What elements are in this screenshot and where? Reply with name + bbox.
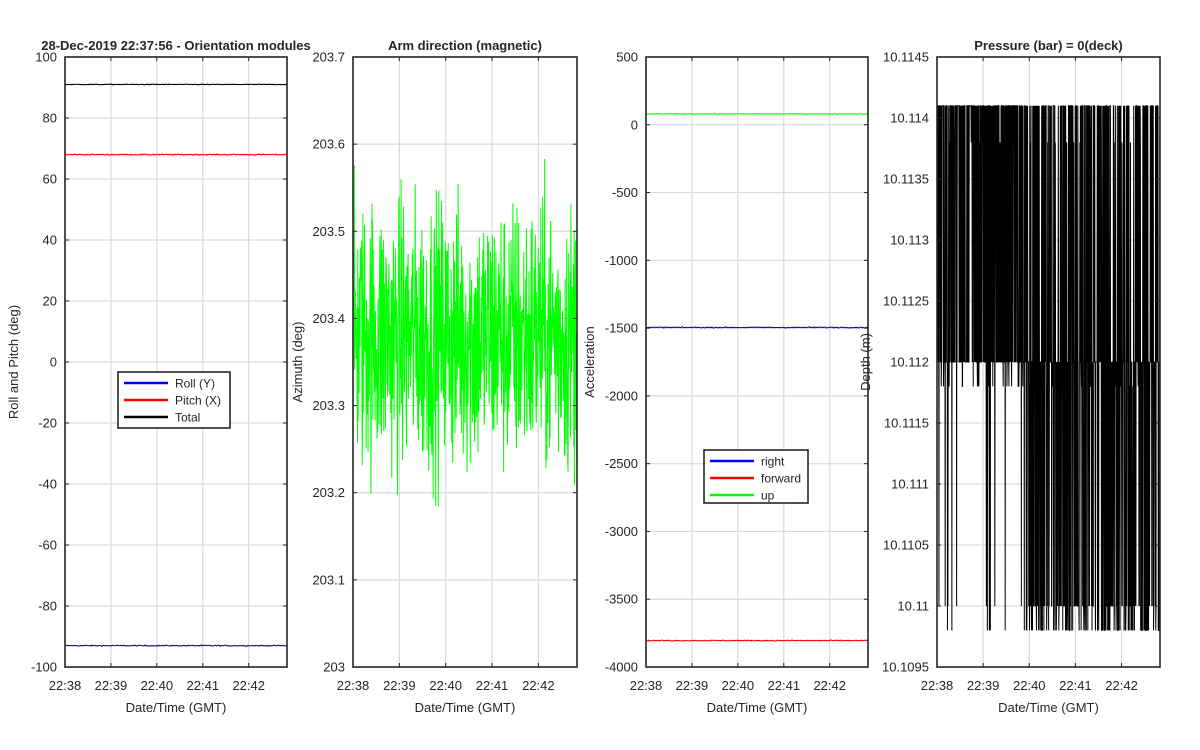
x-tick-label: 22:40 xyxy=(1013,678,1046,693)
y-tick-label: 10.1105 xyxy=(883,538,929,553)
y-tick-label: -1000 xyxy=(605,253,638,268)
y-tick-label: 203.4 xyxy=(312,311,345,326)
y-tick-label: 10.113 xyxy=(890,233,929,248)
series-line-1-3 xyxy=(65,83,287,86)
y-tick-label: 20 xyxy=(43,294,57,309)
x-tick-label: 22:39 xyxy=(967,678,1000,693)
y-tick-label: -2000 xyxy=(605,388,638,403)
series-line-4-1 xyxy=(937,105,1160,631)
series-line-3-3 xyxy=(646,112,868,116)
y-tick-label: 203 xyxy=(323,660,345,675)
legend-entry: forward xyxy=(761,472,801,486)
x-tick-label: 22:38 xyxy=(630,678,663,693)
series-group xyxy=(937,105,1160,631)
y-tick-label: -80 xyxy=(38,599,57,614)
y-tick-label: 10.1125 xyxy=(883,294,929,309)
y-tick-label: -40 xyxy=(38,477,57,492)
y-tick-label: -500 xyxy=(612,185,638,200)
legend-entry: Pitch (X) xyxy=(175,394,221,408)
legend-entry: up xyxy=(761,489,775,503)
x-tick-label: 22:42 xyxy=(813,678,846,693)
y-tick-label: -3000 xyxy=(605,524,638,539)
ticks xyxy=(645,56,868,668)
series-group xyxy=(65,83,287,648)
y-tick-label: -100 xyxy=(31,660,57,675)
series-line-2-1 xyxy=(353,158,577,507)
legend: Roll (Y) Pitch (X) Total xyxy=(117,371,231,429)
y-tick-label: 10.11 xyxy=(897,599,929,614)
x-tick-label: 22:38 xyxy=(337,678,370,693)
x-tick-label: 22:39 xyxy=(95,678,128,693)
series-group xyxy=(353,158,577,507)
x-tick-label: 22:41 xyxy=(187,678,220,693)
chart-title: 28-Dec-2019 22:37:56 - Orientation modul… xyxy=(41,38,311,53)
chart-panel-4: 10.1095 10.11 10.1105 10.111 10.1115 10.112 10… xyxy=(858,38,1161,715)
y-tick-label: 60 xyxy=(43,172,57,187)
y-tick-label: 10.1095 xyxy=(882,660,929,675)
y-tick-label: -4000 xyxy=(605,660,638,675)
x-tick-label: 22:41 xyxy=(476,678,509,693)
x-axis-label: Date/Time (GMT) xyxy=(126,700,227,715)
y-tick-label: 203.5 xyxy=(312,224,345,239)
y-tick-label: -20 xyxy=(38,416,57,431)
x-tick-label: 22:38 xyxy=(49,678,82,693)
chart-panel-3: -4000 -3500 -3000 -2500 -2000 -1500 -1000 -500 0… xyxy=(582,50,869,715)
axes-box xyxy=(645,56,869,668)
y-tick-label: 203.7 xyxy=(312,50,345,65)
x-tick-label: 22:41 xyxy=(768,678,801,693)
y-tick-label: 500 xyxy=(616,50,638,65)
x-axis-label: Date/Time (GMT) xyxy=(415,700,516,715)
x-tick-label: 22:42 xyxy=(232,678,265,693)
y-axis-label: Roll and Pitch (deg) xyxy=(6,305,21,419)
series-line-1-1 xyxy=(65,644,287,648)
y-tick-label: -1500 xyxy=(605,321,638,336)
x-tick-label: 22:42 xyxy=(522,678,555,693)
y-tick-label: 40 xyxy=(43,233,57,248)
y-tick-label: -60 xyxy=(38,538,57,553)
legend-entry: Total xyxy=(175,411,200,425)
legend-entry: right xyxy=(761,455,785,469)
y-tick-label: 203.2 xyxy=(312,485,345,500)
grid xyxy=(645,56,868,668)
figure: -100-80-60-40-2002040608010022:38 22:39 22… xyxy=(6,38,1161,715)
series-line-1-2 xyxy=(65,153,287,156)
chart-panel-2: 203 203.1 203.2 203.3 203.4 203.5 203.6 203.7 22… xyxy=(290,38,578,715)
grid xyxy=(64,56,287,668)
x-tick-label: 22:41 xyxy=(1059,678,1092,693)
legend: right forward up xyxy=(703,449,809,504)
chart-title: Pressure (bar) = 0(deck) xyxy=(974,38,1122,53)
y-tick-label: 203.6 xyxy=(312,137,345,152)
y-tick-label: -3500 xyxy=(605,592,638,607)
y-axis-label: Azimuth (deg) xyxy=(290,322,305,403)
series-line-3-2 xyxy=(646,639,868,642)
y-tick-label: 80 xyxy=(43,111,57,126)
x-axis-label: Date/Time (GMT) xyxy=(998,700,1099,715)
chart-title: Arm direction (magnetic) xyxy=(388,38,542,53)
y-tick-label: 0 xyxy=(631,117,638,132)
y-tick-label: 203.1 xyxy=(312,572,345,587)
x-tick-label: 22:40 xyxy=(141,678,174,693)
y-tick-label: 10.112 xyxy=(890,355,929,370)
y-tick-label: 10.1115 xyxy=(884,416,929,431)
x-tick-label: 22:40 xyxy=(429,678,462,693)
x-tick-label: 22:38 xyxy=(921,678,954,693)
y-tick-label: 10.114 xyxy=(890,111,929,126)
x-tick-label: 22:39 xyxy=(676,678,709,693)
x-tick-label: 22:42 xyxy=(1105,678,1138,693)
x-tick-label: 22:40 xyxy=(722,678,755,693)
y-axis-label: Acceleration xyxy=(582,326,597,398)
legend-entry: Roll (Y) xyxy=(175,377,215,391)
y-tick-label: 10.111 xyxy=(891,477,929,492)
y-tick-label: 10.1135 xyxy=(883,172,929,187)
y-tick-label: 10.1145 xyxy=(883,50,929,65)
y-tick-label: 0 xyxy=(50,355,57,370)
y-tick-label: -2500 xyxy=(605,456,638,471)
x-tick-label: 22:39 xyxy=(383,678,416,693)
x-axis-label: Date/Time (GMT) xyxy=(707,700,808,715)
y-axis-label: Depth (m) xyxy=(858,333,873,391)
y-tick-label: 203.3 xyxy=(312,398,345,413)
chart-panel-1: -100-80-60-40-2002040608010022:38 22:39 22… xyxy=(6,38,311,715)
